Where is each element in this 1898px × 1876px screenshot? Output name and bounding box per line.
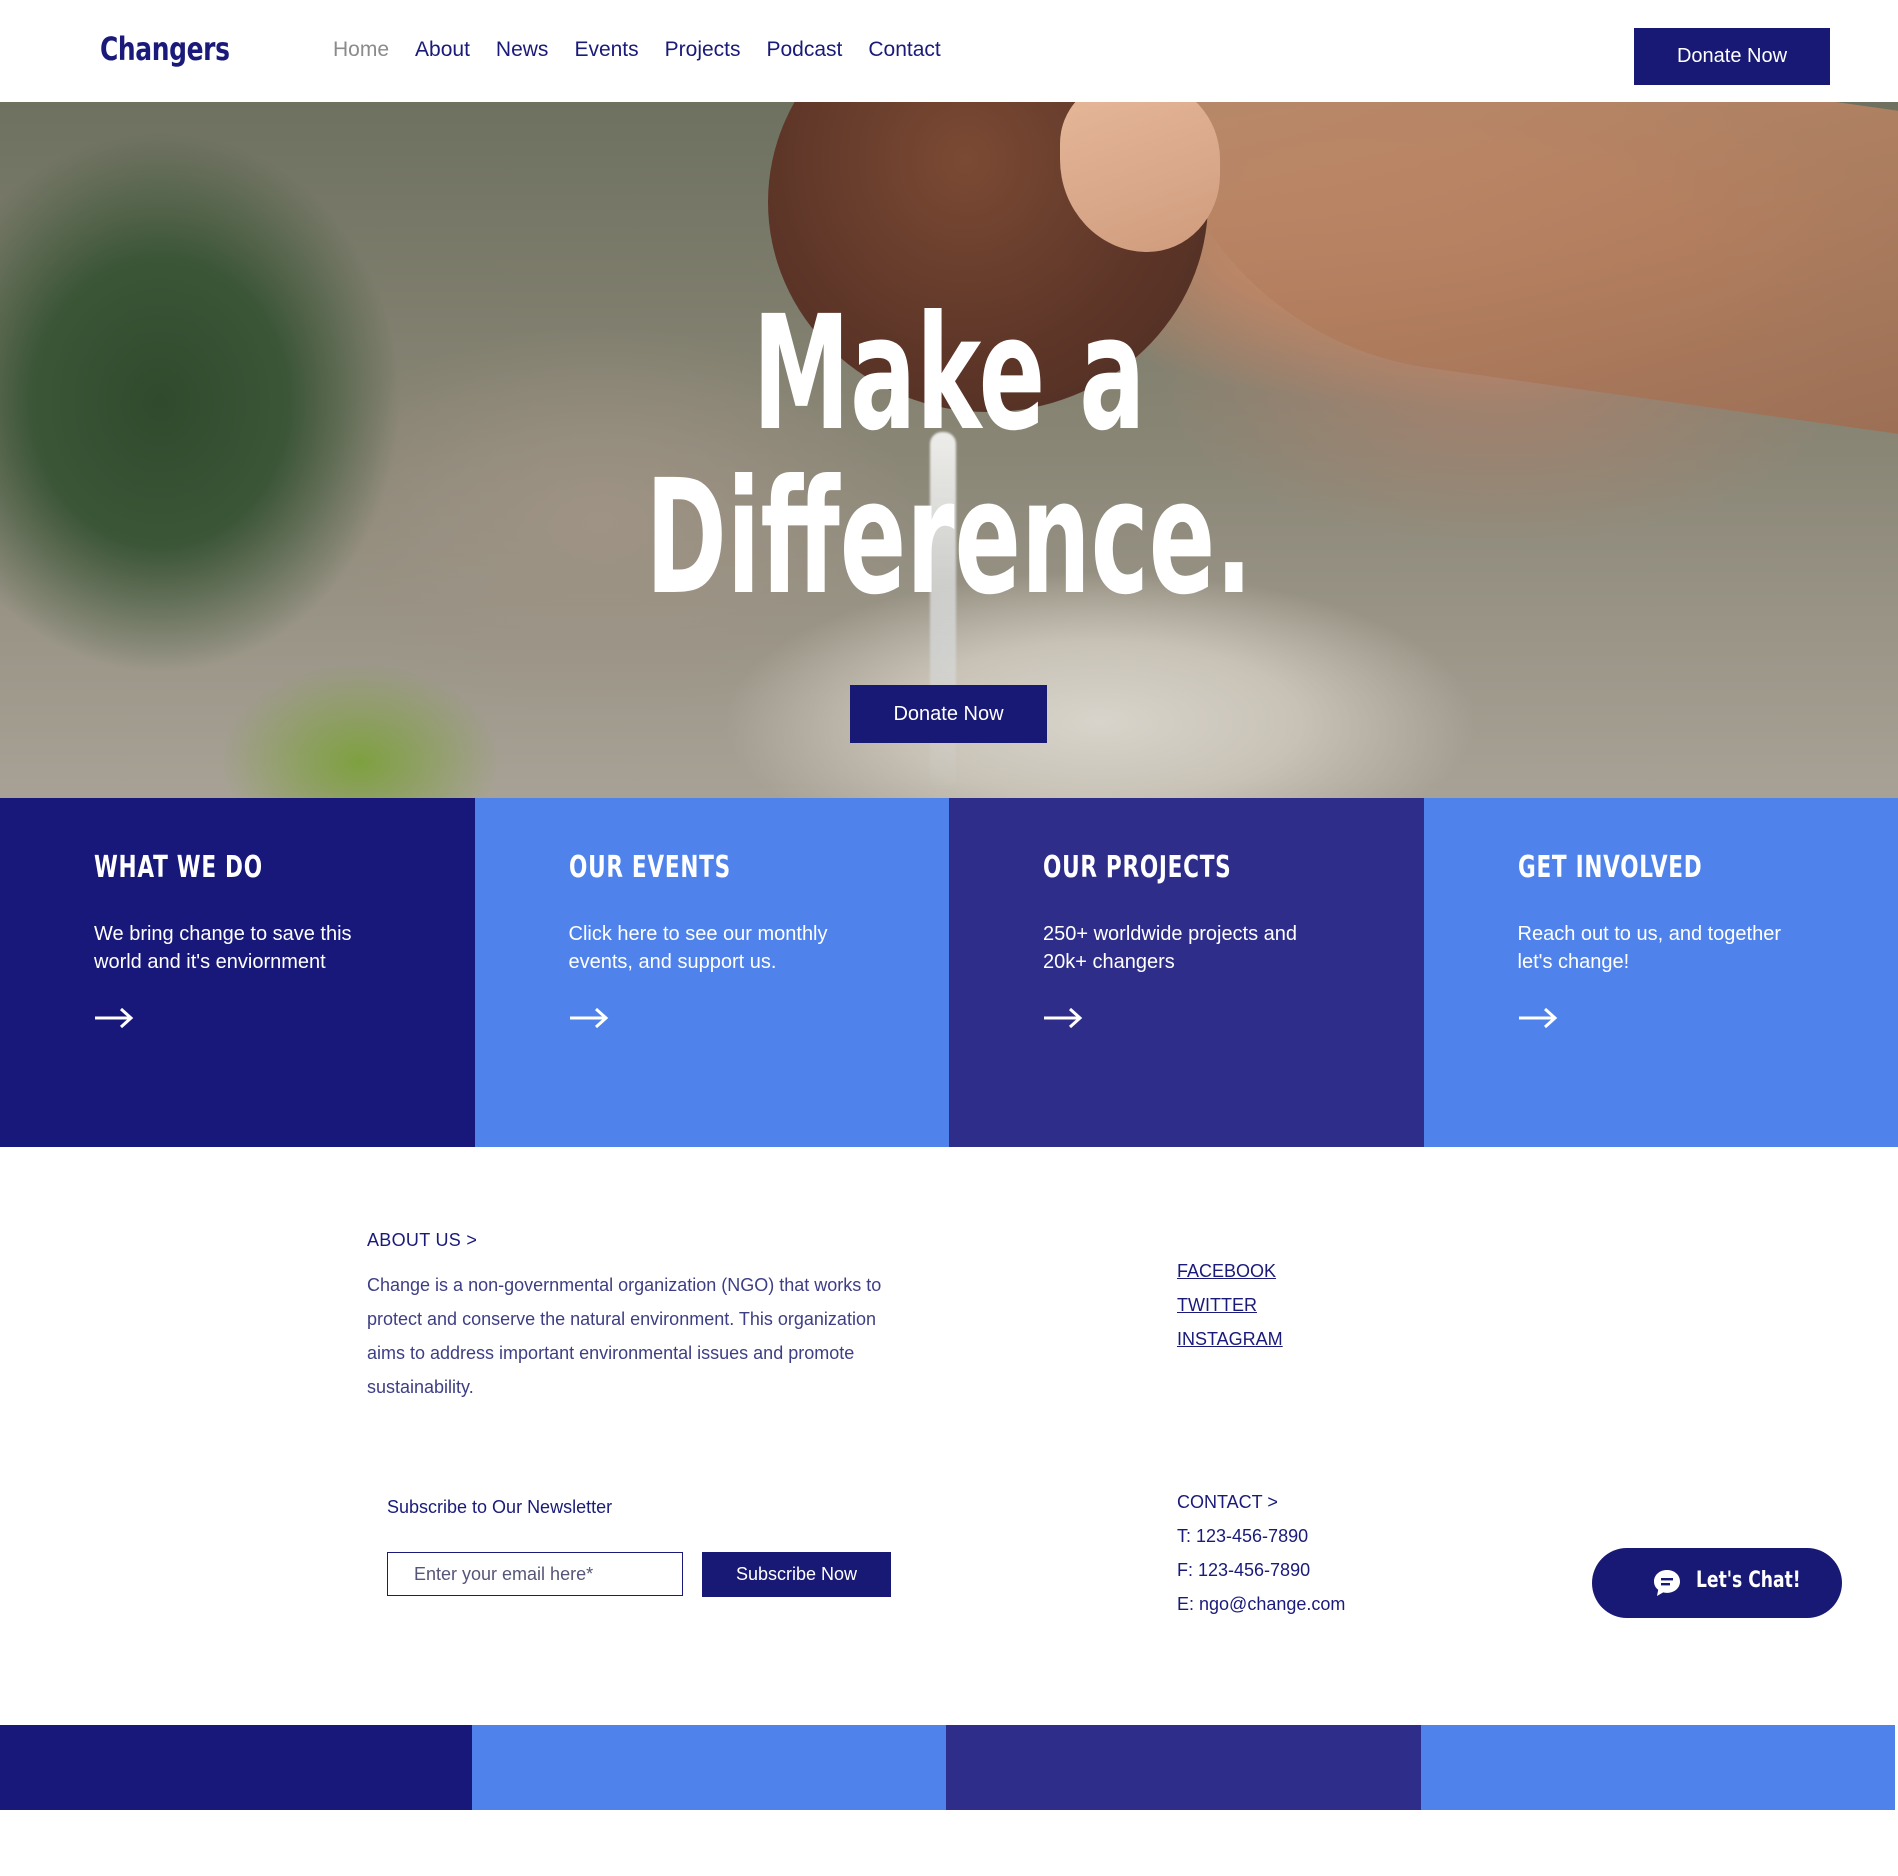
- tile-what-we-do[interactable]: WHAT WE DO We bring change to save this …: [0, 798, 475, 1147]
- footer-bar-segment: [1421, 1725, 1895, 1810]
- contact-link[interactable]: CONTACT >: [1177, 1485, 1345, 1519]
- site-header: Changers Home About News Events Projects…: [0, 0, 1898, 102]
- footer-bar-segment: [946, 1725, 1421, 1810]
- main-nav: Home About News Events Projects Podcast …: [333, 38, 941, 62]
- hero-title-line-2: Difference.: [645, 446, 1253, 630]
- tile-our-events[interactable]: OUR EVENTS Click here to see our monthly…: [474, 798, 949, 1147]
- arrow-right-icon[interactable]: [1043, 1006, 1083, 1030]
- contact-block: CONTACT > T: 123-456-7890 F: 123-456-789…: [1177, 1485, 1345, 1621]
- tile-text: We bring change to save this world and i…: [94, 923, 352, 973]
- tile-get-involved[interactable]: GET INVOLVED Reach out to us, and togeth…: [1423, 798, 1898, 1147]
- header-donate-button[interactable]: Donate Now: [1634, 28, 1830, 85]
- newsletter-title: Subscribe to Our Newsletter: [387, 1497, 613, 1517]
- tile-our-projects[interactable]: OUR PROJECTS 250+ worldwide projects and…: [949, 798, 1424, 1147]
- footer-bar-segment: [472, 1725, 946, 1810]
- hero-donate-button[interactable]: Donate Now: [850, 685, 1047, 743]
- chat-bubble-icon: [1654, 1570, 1680, 1596]
- nav-item-contact[interactable]: Contact: [868, 38, 940, 62]
- site-logo[interactable]: Changers: [100, 30, 230, 68]
- tile-text: Click here to see our monthly events, an…: [568, 923, 828, 973]
- contact-phone: T: 123-456-7890: [1177, 1526, 1309, 1546]
- nav-item-home[interactable]: Home: [333, 38, 389, 62]
- tile-text: Reach out to us, and together let's chan…: [1517, 923, 1782, 973]
- hero-section: Make a Difference. Donate Now: [0, 102, 1898, 798]
- footer-color-bar: [0, 1725, 1898, 1810]
- arrow-right-icon[interactable]: [94, 1006, 134, 1030]
- footer-bar-segment: [0, 1725, 472, 1810]
- tile-title: OUR EVENTS: [568, 850, 731, 885]
- instagram-link[interactable]: INSTAGRAM: [1177, 1322, 1283, 1356]
- social-links: FACEBOOK TWITTER INSTAGRAM: [1177, 1254, 1283, 1356]
- newsletter-email-input[interactable]: [387, 1552, 683, 1596]
- contact-email: E: ngo@change.com: [1177, 1594, 1346, 1614]
- arrow-right-icon[interactable]: [1518, 1006, 1558, 1030]
- facebook-link[interactable]: FACEBOOK: [1177, 1254, 1283, 1288]
- subscribe-button[interactable]: Subscribe Now: [702, 1552, 891, 1597]
- nav-item-projects[interactable]: Projects: [665, 38, 741, 62]
- nav-item-events[interactable]: Events: [574, 38, 638, 62]
- tile-title: GET INVOLVED: [1517, 850, 1702, 885]
- feature-tiles: WHAT WE DO We bring change to save this …: [0, 798, 1898, 1147]
- about-us-link[interactable]: ABOUT US >: [367, 1230, 477, 1251]
- nav-item-news[interactable]: News: [496, 38, 549, 62]
- tile-title: WHAT WE DO: [94, 850, 263, 885]
- tile-title: OUR PROJECTS: [1043, 850, 1232, 885]
- chat-widget-button[interactable]: Let's Chat!: [1592, 1548, 1842, 1618]
- contact-fax: F: 123-456-7890: [1177, 1560, 1311, 1580]
- tile-text: 250+ worldwide projects and 20k+ changer…: [1043, 923, 1298, 973]
- about-us-text: Change is a non-governmental organizatio…: [367, 1275, 882, 1397]
- hero-title-line-1: Make a: [752, 282, 1146, 466]
- arrow-right-icon[interactable]: [569, 1006, 609, 1030]
- nav-item-podcast[interactable]: Podcast: [767, 38, 843, 62]
- chat-label: Let's Chat!: [1696, 1568, 1801, 1593]
- twitter-link[interactable]: TWITTER: [1177, 1288, 1283, 1322]
- hero-title: Make a Difference.: [0, 292, 1898, 620]
- nav-item-about[interactable]: About: [415, 38, 470, 62]
